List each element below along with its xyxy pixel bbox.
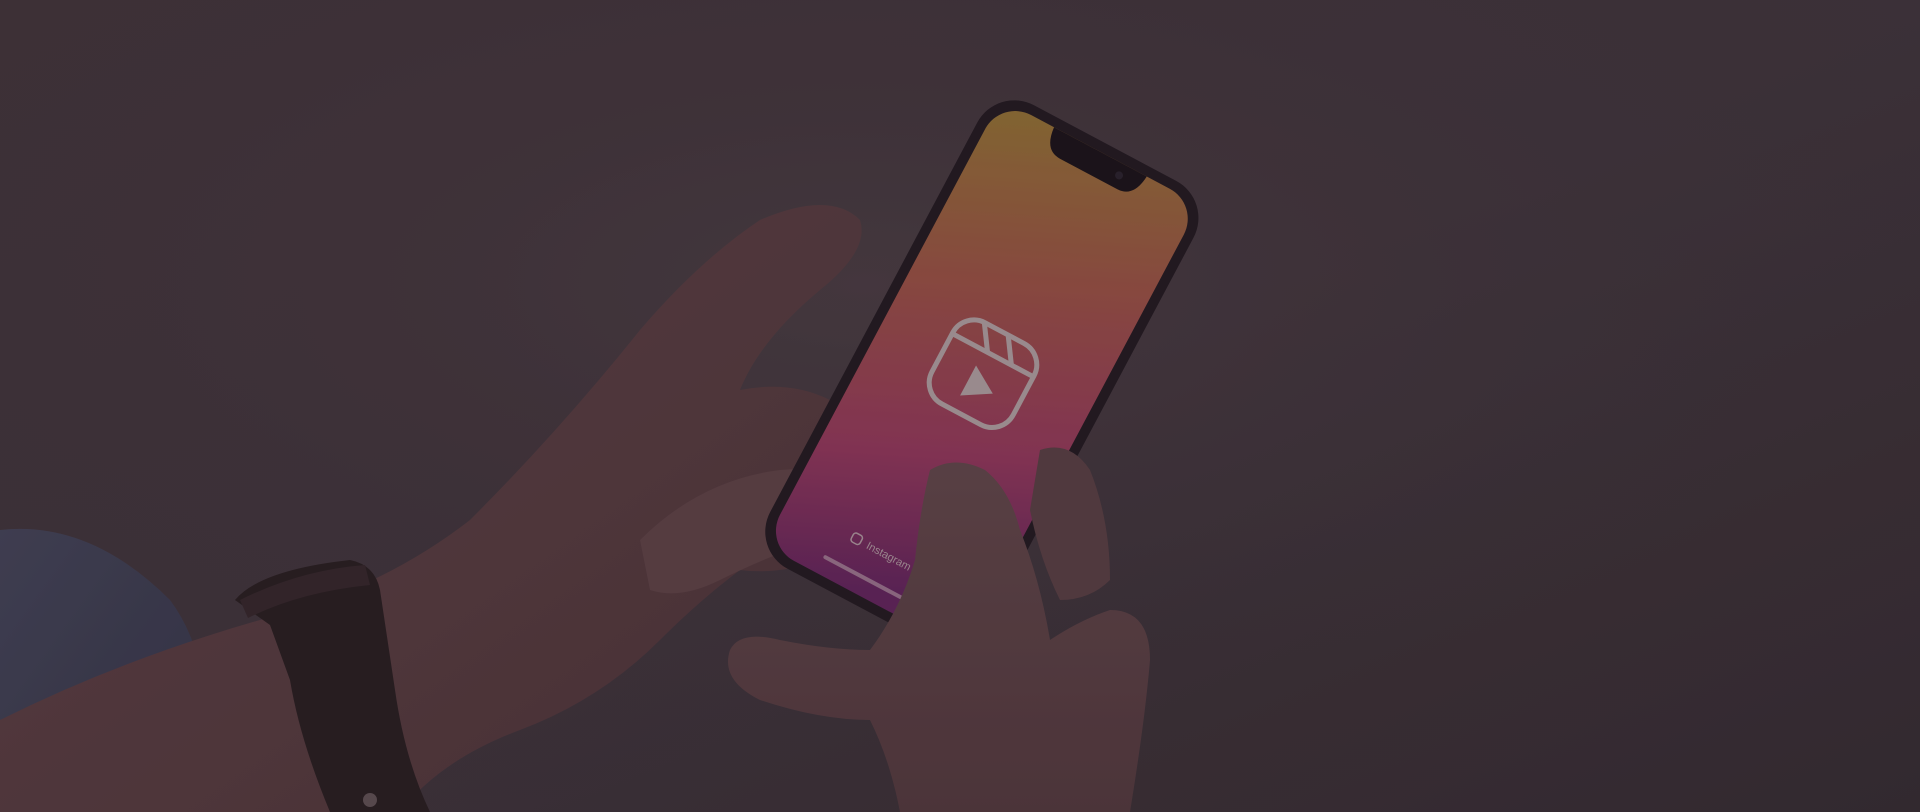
phone-in-hands-photo: Instagram bbox=[0, 0, 1920, 812]
hero-photo: Instagram Instagram bbox=[0, 0, 1920, 812]
